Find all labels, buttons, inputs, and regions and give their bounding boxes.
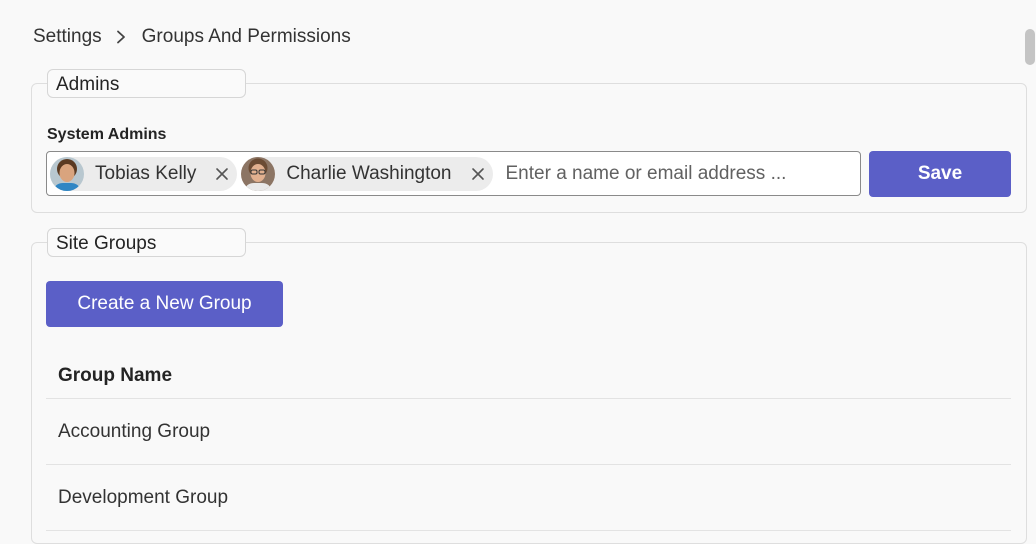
groups-table: Group Name Accounting Group Development … [46, 355, 1011, 531]
site-groups-section: Site Groups Create a New Group Group Nam… [31, 228, 1027, 544]
avatar [241, 156, 276, 191]
admins-section: Admins System Admins Tobias Kelly Charli… [31, 69, 1027, 213]
create-new-group-button[interactable]: Create a New Group [46, 281, 283, 327]
avatar [50, 156, 84, 191]
selected-person-chip: Tobias Kelly [50, 156, 238, 191]
chip-name: Charlie Washington [286, 162, 452, 184]
scrollbar-thumb[interactable] [1025, 29, 1035, 65]
chevron-right-icon [116, 30, 126, 44]
save-button[interactable]: Save [869, 151, 1011, 197]
selected-person-chip: Charlie Washington [241, 156, 493, 191]
system-admins-label: System Admins [47, 126, 167, 143]
column-header-group-name: Group Name [46, 355, 1011, 399]
table-row[interactable]: Development Group [46, 465, 1011, 531]
dismiss-icon[interactable] [471, 167, 485, 181]
breadcrumb: Settings Groups And Permissions [33, 26, 351, 48]
breadcrumb-current: Groups And Permissions [141, 26, 351, 47]
table-row[interactable]: Accounting Group [46, 399, 1011, 465]
chip-name: Tobias Kelly [95, 162, 197, 184]
dismiss-icon[interactable] [215, 167, 229, 181]
people-picker-input[interactable] [503, 161, 860, 186]
people-picker[interactable]: Tobias Kelly Charlie Washington [46, 151, 861, 196]
site-groups-legend: Site Groups [47, 228, 246, 257]
admins-legend: Admins [47, 69, 246, 98]
breadcrumb-settings[interactable]: Settings [33, 26, 102, 48]
